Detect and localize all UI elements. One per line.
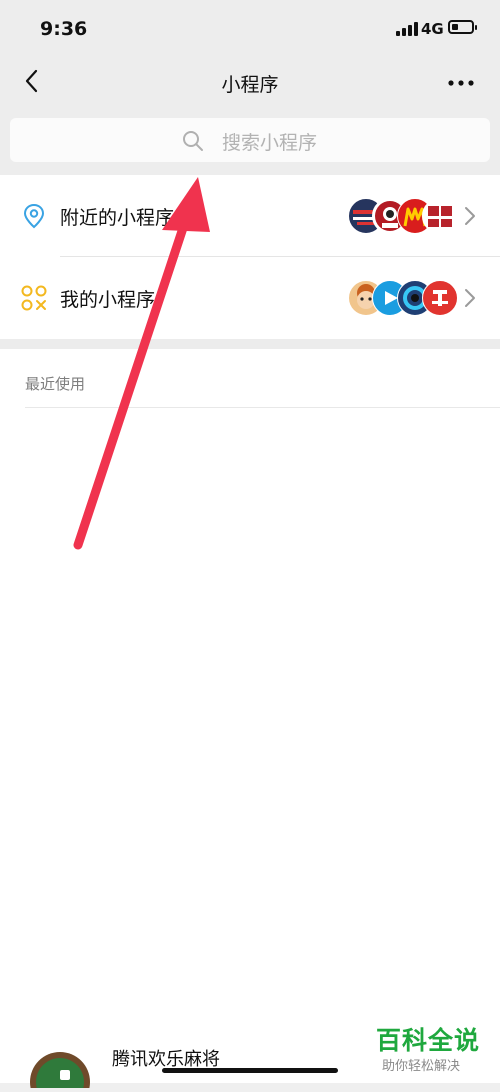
menu-item-mine[interactable]: 我的小程序 <box>0 257 500 339</box>
status-time: 9:36 <box>40 18 88 40</box>
location-pin-icon <box>20 202 48 230</box>
battery-tip <box>475 25 477 30</box>
page-title: 小程序 <box>221 74 279 96</box>
search-placeholder: 搜索小程序 <box>222 132 318 154</box>
watermark-subtitle: 助你轻松解决 <box>382 1059 461 1074</box>
battery-icon <box>448 20 474 34</box>
search-icon <box>182 130 204 152</box>
more-dots-icon[interactable] <box>446 68 476 98</box>
mini-program-icon <box>20 284 48 312</box>
avatar <box>422 280 458 316</box>
nav-bar: 小程序 <box>0 58 500 108</box>
signal-icon <box>396 22 418 36</box>
home-indicator <box>162 1068 338 1073</box>
status-bar: 9:36 4G <box>0 0 500 58</box>
recent-header: 最近使用 <box>25 375 86 393</box>
menu-item-nearby[interactable]: 附近的小程序 <box>0 175 500 257</box>
network-type: 4G <box>421 20 444 38</box>
avatar <box>422 198 458 234</box>
menu-item-label: 附近的小程序 <box>60 207 175 229</box>
divider <box>25 407 500 408</box>
mini-program-menu: 附近的小程序 我的小程序 <box>0 175 500 339</box>
search-area: 搜索小程序 <box>0 108 500 175</box>
chevron-right-icon <box>460 205 480 227</box>
search-input[interactable]: 搜索小程序 <box>10 118 490 162</box>
recent-section: 最近使用 <box>0 349 500 1083</box>
recent-app-icon[interactable] <box>30 1048 90 1092</box>
section-gap <box>0 339 500 349</box>
menu-item-label: 我的小程序 <box>60 289 156 311</box>
chevron-right-icon <box>460 287 480 309</box>
watermark-title: 百科全说 <box>376 1026 481 1055</box>
